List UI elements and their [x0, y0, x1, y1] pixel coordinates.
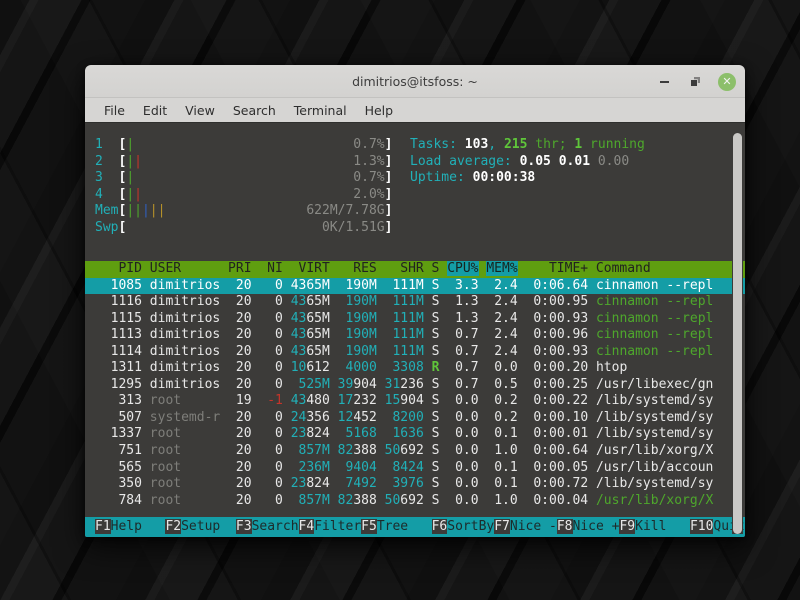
fkey-f6[interactable]: F6	[432, 519, 448, 534]
fkey-f10[interactable]: F10	[690, 519, 713, 534]
fkey-label-f5[interactable]: Tree	[377, 519, 432, 534]
fkey-label-f7[interactable]: Nice -	[510, 519, 557, 534]
terminal-window: dimitrios@itsfoss: ~ ✕ File Edit View Se…	[85, 65, 745, 537]
menu-item-edit[interactable]: Edit	[134, 101, 176, 120]
terminal-scrollbar[interactable]	[732, 133, 743, 534]
fkey-f5[interactable]: F5	[361, 519, 377, 534]
process-row[interactable]: 1116 dimitrios 20 0 4365M 190M 111M S 1.…	[85, 294, 745, 311]
fkey-f3[interactable]: F3	[236, 519, 252, 534]
process-row[interactable]: 1114 dimitrios 20 0 4365M 190M 111M S 0.…	[85, 344, 745, 361]
process-row[interactable]: 1113 dimitrios 20 0 4365M 190M 111M S 0.…	[85, 327, 745, 344]
terminal-content[interactable]: 1 [| 0.7%]2 [|| 1.3%]3 [| 0.7%]4 [|| 2.0…	[85, 123, 745, 537]
fkey-label-f6[interactable]: SortBy	[447, 519, 494, 534]
fkey-f2[interactable]: F2	[165, 519, 181, 534]
fkey-label-f4[interactable]: Filter	[314, 519, 361, 534]
maximize-button[interactable]	[687, 73, 704, 90]
htop-process-table: PID USER PRI NI VIRT RES SHR S CPU% MEM%…	[85, 261, 745, 509]
meter-row-4: 4 [|| 2.0%]	[85, 187, 392, 204]
process-row[interactable]: 565 root 20 0 236M 9404 8424 S 0.0 0.1 0…	[85, 460, 745, 477]
fkey-f8[interactable]: F8	[557, 519, 573, 534]
process-table-header[interactable]: PID USER PRI NI VIRT RES SHR S CPU% MEM%…	[85, 261, 745, 278]
htop-summary-stats: Tasks: 103, 215 thr; 1 runningLoad avera…	[400, 137, 645, 187]
meter-row-2: 2 [|| 1.3%]	[85, 154, 392, 171]
menu-item-search[interactable]: Search	[224, 101, 285, 120]
fkey-f4[interactable]: F4	[299, 519, 315, 534]
htop-function-key-bar: F1Help F2Setup F3SearchF4FilterF5Tree F6…	[85, 517, 745, 537]
process-row[interactable]: 1337 root 20 0 23824 5168 1636 S 0.0 0.1…	[85, 426, 745, 443]
process-row[interactable]: 507 systemd-r 20 0 24356 12452 8200 S 0.…	[85, 410, 745, 427]
process-row[interactable]: 1295 dimitrios 20 0 525M 39904 31236 S 0…	[85, 377, 745, 394]
meter-row-3: 3 [| 0.7%]	[85, 170, 392, 187]
process-row[interactable]: 350 root 20 0 23824 7492 3976 S 0.0 0.1 …	[85, 476, 745, 493]
process-row[interactable]: 313 root 19 -1 43480 17232 15904 S 0.0 0…	[85, 393, 745, 410]
meter-row-mem: Mem[||||| 622M/7.78G]	[85, 203, 392, 220]
stat-uptime: Uptime: 00:00:38	[400, 170, 645, 187]
fkey-f9[interactable]: F9	[619, 519, 635, 534]
window-title: dimitrios@itsfoss: ~	[85, 65, 745, 98]
process-table-body: 1085 dimitrios 20 0 4365M 190M 111M S 3.…	[85, 278, 745, 510]
fkey-label-f9[interactable]: Kill	[635, 519, 690, 534]
htop-cpu-meters: 1 [| 0.7%]2 [|| 1.3%]3 [| 0.7%]4 [|| 2.0…	[85, 137, 392, 236]
menu-item-file[interactable]: File	[95, 101, 134, 120]
fkey-label-f2[interactable]: Setup	[181, 519, 236, 534]
window-controls: ✕	[656, 65, 736, 98]
meter-row-1: 1 [| 0.7%]	[85, 137, 392, 154]
fkey-label-f3[interactable]: Search	[252, 519, 299, 534]
fkey-label-f1[interactable]: Help	[111, 519, 166, 534]
meter-row-swp: Swp[ 0K/1.51G]	[85, 220, 392, 237]
fkey-f1[interactable]: F1	[95, 519, 111, 534]
process-row[interactable]: 1311 dimitrios 20 0 10612 4000 3308 R 0.…	[85, 360, 745, 377]
process-row[interactable]: 784 root 20 0 857M 82388 50692 S 0.0 1.0…	[85, 493, 745, 510]
stat-load-average: Load average: 0.05 0.01 0.00	[400, 154, 645, 171]
fkey-f7[interactable]: F7	[494, 519, 510, 534]
process-row[interactable]: 751 root 20 0 857M 82388 50692 S 0.0 1.0…	[85, 443, 745, 460]
process-row[interactable]: 1085 dimitrios 20 0 4365M 190M 111M S 3.…	[85, 278, 745, 295]
window-titlebar[interactable]: dimitrios@itsfoss: ~ ✕	[85, 65, 745, 98]
process-row[interactable]: 1115 dimitrios 20 0 4365M 190M 111M S 1.…	[85, 311, 745, 328]
menu-bar: File Edit View Search Terminal Help	[85, 98, 745, 123]
minimize-button[interactable]	[656, 73, 673, 90]
stat-tasks: Tasks: 103, 215 thr; 1 running	[400, 137, 645, 154]
scrollbar-thumb[interactable]	[733, 133, 742, 534]
menu-item-terminal[interactable]: Terminal	[285, 101, 356, 120]
menu-item-help[interactable]: Help	[356, 101, 403, 120]
fkey-label-f8[interactable]: Nice +	[573, 519, 620, 534]
menu-item-view[interactable]: View	[176, 101, 224, 120]
close-button[interactable]: ✕	[718, 73, 736, 91]
